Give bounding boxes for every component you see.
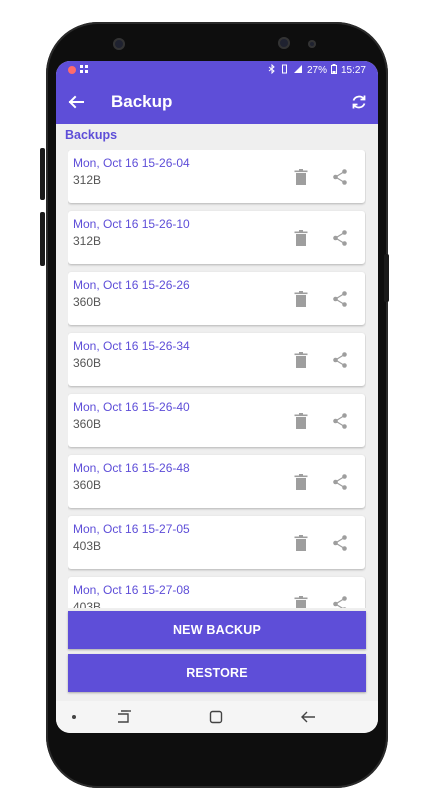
nav-dot-button[interactable] bbox=[64, 707, 84, 727]
share-button[interactable] bbox=[332, 290, 348, 308]
backup-size: 360B bbox=[73, 478, 102, 492]
backup-name: Mon, Oct 16 15-26-26 bbox=[73, 278, 190, 292]
share-button[interactable] bbox=[332, 229, 348, 247]
proximity-sensor bbox=[308, 40, 316, 48]
backup-size: 403B bbox=[73, 539, 102, 553]
battery-text: 27% bbox=[306, 64, 327, 76]
delete-button[interactable] bbox=[293, 351, 309, 369]
iris-scanner bbox=[278, 37, 290, 49]
sync-icon bbox=[352, 95, 366, 108]
share-icon bbox=[333, 474, 347, 490]
delete-button[interactable] bbox=[293, 595, 309, 608]
backup-size: 312B bbox=[73, 173, 102, 187]
delete-button[interactable] bbox=[293, 473, 309, 491]
share-button[interactable] bbox=[332, 412, 348, 430]
delete-button[interactable] bbox=[293, 229, 309, 247]
restore-button[interactable]: RESTORE bbox=[68, 654, 366, 692]
share-button[interactable] bbox=[332, 473, 348, 491]
backup-size: 360B bbox=[73, 356, 102, 370]
backup-size: 403B bbox=[73, 600, 102, 608]
backup-name: Mon, Oct 16 15-26-48 bbox=[73, 461, 190, 475]
grid-icon bbox=[80, 64, 88, 76]
dot-icon bbox=[72, 715, 76, 719]
volume-button bbox=[40, 148, 45, 200]
clock: 15:27 bbox=[340, 64, 366, 76]
trash-icon bbox=[294, 413, 308, 429]
back-icon bbox=[301, 711, 315, 723]
battery-icon bbox=[330, 63, 337, 77]
section-label: Backups bbox=[65, 128, 118, 142]
app-bar: Backup bbox=[56, 79, 378, 124]
bluetooth-icon bbox=[268, 63, 276, 77]
list-item[interactable]: Mon, Oct 16 15-26-34 360B bbox=[68, 333, 365, 386]
page-title: Backup bbox=[111, 91, 173, 111]
backup-name: Mon, Oct 16 15-26-04 bbox=[73, 156, 190, 170]
home-icon bbox=[209, 710, 223, 724]
list-item[interactable]: Mon, Oct 16 15-27-05 403B bbox=[68, 516, 365, 569]
back-button[interactable] bbox=[66, 92, 86, 112]
backup-size: 360B bbox=[73, 417, 102, 431]
share-icon bbox=[333, 413, 347, 429]
backup-name: Mon, Oct 16 15-26-34 bbox=[73, 339, 190, 353]
backup-name: Mon, Oct 16 15-26-10 bbox=[73, 217, 190, 231]
backup-name: Mon, Oct 16 15-27-05 bbox=[73, 522, 190, 536]
list-item[interactable]: Mon, Oct 16 15-26-40 360B bbox=[68, 394, 365, 447]
list-item[interactable]: Mon, Oct 16 15-26-26 360B bbox=[68, 272, 365, 325]
new-backup-button[interactable]: NEW BACKUP bbox=[68, 611, 366, 649]
trash-icon bbox=[294, 291, 308, 307]
delete-button[interactable] bbox=[293, 412, 309, 430]
delete-button[interactable] bbox=[293, 534, 309, 552]
delete-button[interactable] bbox=[293, 168, 309, 186]
share-button[interactable] bbox=[332, 168, 348, 186]
backup-name: Mon, Oct 16 15-27-08 bbox=[73, 583, 190, 597]
power-button bbox=[384, 254, 389, 302]
app-icon bbox=[68, 66, 76, 74]
back-nav-button[interactable] bbox=[298, 707, 318, 727]
share-icon bbox=[333, 230, 347, 246]
list-item[interactable]: Mon, Oct 16 15-26-10 312B bbox=[68, 211, 365, 264]
trash-icon bbox=[294, 535, 308, 551]
trash-icon bbox=[294, 596, 308, 608]
delete-button[interactable] bbox=[293, 290, 309, 308]
screen: 27% 15:27 Backup Backups Mon, Oct 16 15-… bbox=[56, 61, 378, 733]
list-item[interactable]: Mon, Oct 16 15-27-08 403B bbox=[68, 577, 365, 608]
vibrate-icon bbox=[280, 64, 289, 77]
trash-icon bbox=[294, 169, 308, 185]
bixby-button bbox=[40, 212, 45, 266]
recents-icon bbox=[118, 710, 131, 723]
list-item[interactable]: Mon, Oct 16 15-26-48 360B bbox=[68, 455, 365, 508]
backup-list[interactable]: Mon, Oct 16 15-26-04 312B Mon, Oct 16 15… bbox=[68, 150, 366, 608]
status-bar: 27% 15:27 bbox=[56, 61, 378, 79]
share-icon bbox=[333, 291, 347, 307]
share-button[interactable] bbox=[332, 351, 348, 369]
signal-icon bbox=[293, 64, 303, 77]
recents-button[interactable] bbox=[114, 707, 134, 727]
trash-icon bbox=[294, 352, 308, 368]
arrow-left-icon bbox=[68, 95, 84, 108]
trash-icon bbox=[294, 230, 308, 246]
share-icon bbox=[333, 352, 347, 368]
backup-size: 312B bbox=[73, 234, 102, 248]
refresh-button[interactable] bbox=[350, 93, 368, 111]
home-button[interactable] bbox=[206, 707, 226, 727]
share-button[interactable] bbox=[332, 595, 348, 608]
share-icon bbox=[333, 169, 347, 185]
navigation-bar bbox=[56, 701, 378, 733]
share-icon bbox=[333, 596, 347, 608]
share-icon bbox=[333, 535, 347, 551]
list-item[interactable]: Mon, Oct 16 15-26-04 312B bbox=[68, 150, 365, 203]
share-button[interactable] bbox=[332, 534, 348, 552]
backup-name: Mon, Oct 16 15-26-40 bbox=[73, 400, 190, 414]
trash-icon bbox=[294, 474, 308, 490]
backup-size: 360B bbox=[73, 295, 102, 309]
front-camera bbox=[113, 38, 125, 50]
